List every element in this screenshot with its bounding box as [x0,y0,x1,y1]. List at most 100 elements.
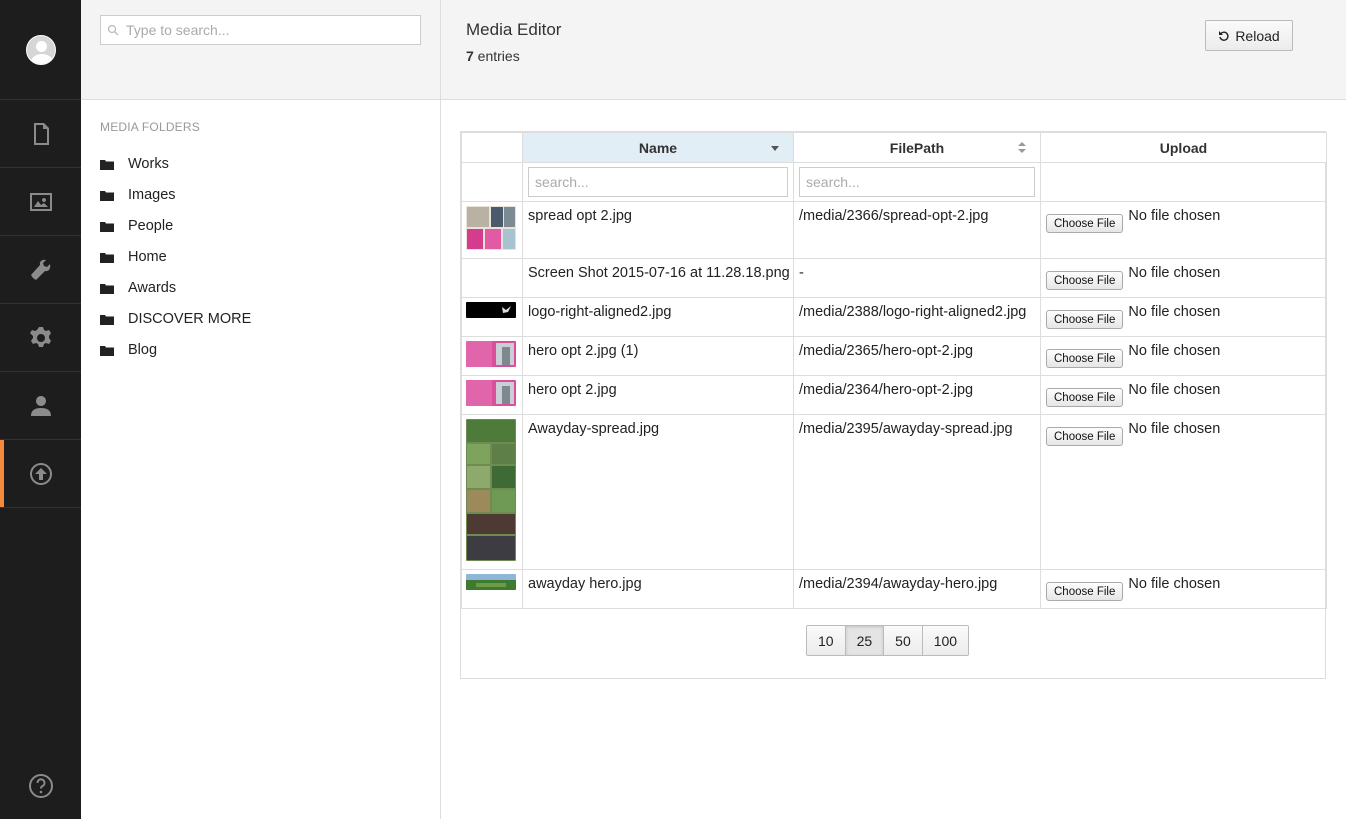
media-grid: Name FilePath Upload spread opt 2.jpg/me… [460,131,1327,679]
name-filter-cell [522,162,794,202]
page-size-10-button[interactable]: 10 [807,626,846,655]
table-row: logo-right-aligned2.jpg/media/2388/logo-… [461,297,1327,337]
name-cell: hero opt 2.jpg (1) [522,336,794,376]
page-size-100-button[interactable]: 100 [922,626,969,655]
media-folders-heading: MEDIA FOLDERS [100,120,200,134]
table-row: hero opt 2.jpg (1)/media/2365/hero-opt-2… [461,336,1327,376]
name-column-label: Name [638,139,678,156]
page-title: Media Editor [466,20,562,39]
page-size-50-button[interactable]: 50 [884,626,923,655]
choose-file-button[interactable]: Choose File [1046,214,1124,233]
entries-number: 7 [466,48,474,64]
filepath-column-label: FilePath [889,139,945,156]
folder-label: Blog [128,341,158,358]
nav-rail [0,0,81,819]
choose-file-button[interactable]: Choose File [1046,582,1124,601]
folder-item-images[interactable]: Images [100,179,440,210]
choose-file-button[interactable]: Choose File [1046,388,1124,407]
avatar[interactable] [25,34,56,65]
tree-search-input[interactable] [126,22,406,38]
upload-cell: Choose File No file chosen [1040,375,1327,415]
filepath-cell: - [793,258,1041,298]
thumbnail-cell [461,336,523,376]
developer-icon [30,259,50,280]
upload-cell: Choose File No file chosen [1040,336,1327,376]
nav-item-content[interactable] [0,100,81,168]
no-file-label: No file chosen [1128,343,1221,359]
folder-item-discover-more[interactable]: DISCOVER MORE [100,303,440,334]
thumbnail-image [466,574,516,594]
choose-file-button[interactable]: Choose File [1046,310,1124,329]
user-avatar-section [0,0,81,100]
no-file-label: No file chosen [1128,304,1221,320]
media-table: Name FilePath Upload spread opt 2.jpg/me… [461,132,1327,609]
help-icon[interactable] [28,773,54,799]
choose-file-button[interactable]: Choose File [1046,427,1124,446]
filepath-filter-input[interactable] [799,167,1035,197]
table-row: Screen Shot 2015-07-16 at 11.28.18.png - C… [461,258,1327,298]
table-row: Awayday-spread.jpg/media/2395/awayday-sp… [461,414,1327,570]
no-file-label: No file chosen [1128,576,1221,592]
grid-body: spread opt 2.jpg/media/2366/spread-opt-2… [461,201,1327,609]
table-row: awayday hero.jpg/media/2394/awayday-hero… [461,569,1327,609]
upload-cell: Choose File No file chosen [1040,258,1327,298]
no-file-label: No file chosen [1128,421,1221,437]
tree-search-box[interactable] [100,15,421,45]
help-section [0,773,81,799]
nav-item-settings[interactable] [0,304,81,372]
filepath-cell: /media/2395/awayday-spread.jpg [793,414,1041,570]
main-header: Media Editor 7 entries Reload [441,0,1346,100]
sort-desc-icon [771,146,779,151]
choose-file-button[interactable]: Choose File [1046,349,1124,368]
folder-item-people[interactable]: People [100,210,440,241]
folder-item-awards[interactable]: Awards [100,272,440,303]
folder-icon [100,220,114,232]
tree-header [81,0,440,100]
nav-item-deploy[interactable] [0,440,81,508]
folder-label: Home [128,248,167,265]
nav-item-developer[interactable] [0,236,81,304]
filter-row [461,162,1327,202]
thumbnail-cell [461,414,523,570]
search-icon [107,24,119,36]
page-size-25-button[interactable]: 25 [845,626,885,655]
thumbnail-cell [461,297,523,337]
filepath-cell: /media/2394/awayday-hero.jpg [793,569,1041,609]
name-column-header[interactable]: Name [522,132,794,163]
upload-cell: Choose File No file chosen [1040,297,1327,337]
folder-icon [100,158,114,170]
filepath-cell: /media/2366/spread-opt-2.jpg [793,201,1041,259]
folder-item-home[interactable]: Home [100,241,440,272]
thumbnail-image [466,419,516,565]
users-icon [30,395,51,416]
nav-item-media[interactable] [0,168,81,236]
choose-file-button[interactable]: Choose File [1046,271,1124,290]
media-icon [29,192,52,211]
header-row: Name FilePath Upload [461,132,1327,163]
reload-button[interactable]: Reload [1205,20,1293,51]
thumbnail-image [466,206,516,254]
filepath-cell: /media/2364/hero-opt-2.jpg [793,375,1041,415]
deploy-icon [29,462,52,485]
upload-filter-cell [1040,162,1327,202]
folder-icon [100,313,114,325]
folder-icon [100,189,114,201]
nav-item-users[interactable] [0,372,81,440]
no-file-label: No file chosen [1128,208,1221,224]
folder-label: DISCOVER MORE [128,310,252,327]
table-row: hero opt 2.jpg/media/2364/hero-opt-2.jpg… [461,375,1327,415]
name-filter-input[interactable] [528,167,788,197]
folder-label: People [128,217,174,234]
no-file-label: No file chosen [1128,265,1221,281]
entries-count: 7 entries [466,48,1321,64]
name-cell: awayday hero.jpg [522,569,794,609]
thumbnail-cell [461,375,523,415]
folder-item-blog[interactable]: Blog [100,334,440,365]
upload-column-label: Upload [1159,139,1208,156]
folder-item-works[interactable]: Works [100,148,440,179]
folder-icon [100,282,114,294]
upload-cell: Choose File No file chosen [1040,414,1327,570]
name-cell: logo-right-aligned2.jpg [522,297,794,337]
filepath-column-header[interactable]: FilePath [793,132,1041,163]
thumbnail-cell [461,258,523,298]
